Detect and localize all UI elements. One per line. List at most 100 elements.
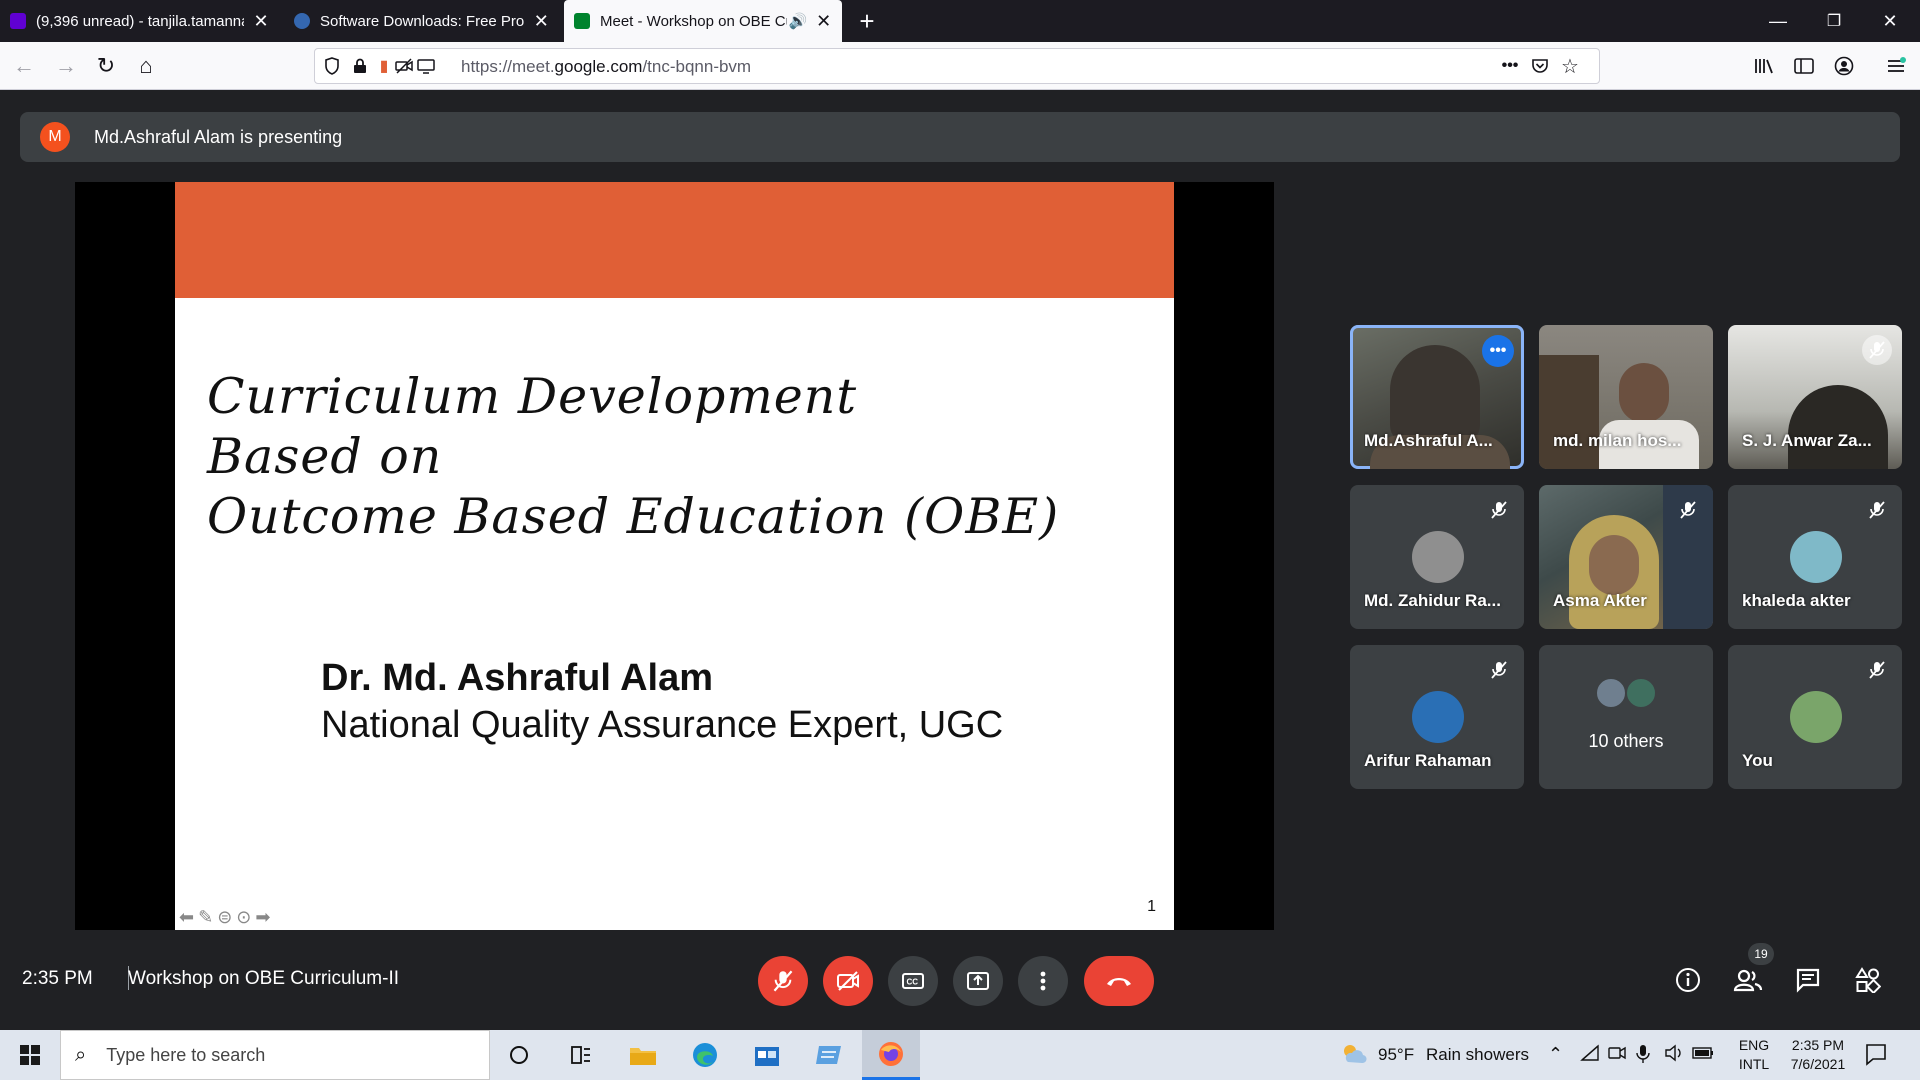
cortana-button[interactable]: [490, 1030, 548, 1080]
meet-tray-icon[interactable]: [1608, 1044, 1626, 1065]
browser-tab-bar: (9,396 unread) - tanjila.tamanna ✕ Softw…: [0, 0, 1920, 42]
account-icon[interactable]: [1828, 50, 1860, 82]
present-button[interactable]: [953, 956, 1003, 1006]
participant-video: [1539, 355, 1599, 469]
shield-icon[interactable]: [321, 55, 343, 77]
svg-text:CC: CC: [907, 978, 919, 987]
microphone-icon[interactable]: [1636, 1044, 1650, 1067]
url-text[interactable]: https://meet.google.com/tnc-bqnn-bvm: [461, 57, 751, 77]
language-indicator[interactable]: ENG INTL: [1732, 1036, 1776, 1074]
weather-description[interactable]: Rain showers: [1426, 1045, 1529, 1065]
firefox-icon: [879, 1041, 903, 1066]
forward-icon[interactable]: →: [50, 50, 82, 82]
taskbar-search-box[interactable]: ⌕ Type here to search: [60, 1030, 490, 1080]
presenting-text: Md.Ashraful Alam is presenting: [94, 126, 343, 147]
sidebar-icon[interactable]: [1788, 50, 1820, 82]
chat-button[interactable]: [1786, 958, 1830, 1002]
more-options-icon[interactable]: •••: [1482, 335, 1514, 367]
weather-temperature[interactable]: 95°F: [1378, 1045, 1414, 1065]
page-actions-icon[interactable]: •••: [1499, 55, 1521, 77]
close-icon[interactable]: ✕: [532, 11, 550, 32]
presentation-stage[interactable]: Curriculum Development Based on Outcome …: [75, 182, 1274, 930]
app-button[interactable]: [800, 1030, 858, 1080]
captions-button[interactable]: CC: [888, 956, 938, 1006]
arrow-left-icon[interactable]: ⬅: [179, 907, 194, 928]
others-tile[interactable]: 10 others: [1539, 645, 1713, 789]
participant-tile[interactable]: Arifur Rahaman: [1350, 645, 1524, 789]
tab-software-downloads[interactable]: Software Downloads: Free Programs ✕: [284, 0, 560, 42]
folder-icon: [630, 1048, 656, 1065]
tab-meet[interactable]: Meet - Workshop on OBE Curriculum-II 🔊 ✕: [564, 0, 842, 42]
meeting-name: Workshop on OBE Curriculum-II: [128, 968, 400, 989]
url-bar[interactable]: ▮ https://meet.google.com/tnc-bqnn-bvm •…: [314, 48, 1600, 84]
menu-icon[interactable]: [1880, 50, 1912, 82]
url-domain: google.com: [554, 57, 643, 76]
bookmark-star-icon[interactable]: ☆: [1559, 55, 1581, 78]
more-options-button[interactable]: [1018, 956, 1068, 1006]
windows-taskbar: ⌕ Type here to search 95°F Rain showers …: [0, 1030, 1920, 1080]
start-button[interactable]: [0, 1030, 60, 1080]
tab-title: Software Downloads: Free Programs: [320, 12, 525, 30]
participant-tile[interactable]: md. milan hos...: [1539, 325, 1713, 469]
slide-page-number: 1: [1147, 898, 1156, 915]
url-prefix: https://meet.: [461, 57, 555, 76]
notification-icon[interactable]: [1864, 1042, 1888, 1069]
minimize-button[interactable]: —: [1750, 0, 1806, 42]
reload-icon[interactable]: ↻: [90, 50, 122, 82]
camera-toggle-button[interactable]: [823, 956, 873, 1006]
chevron-up-icon[interactable]: ⌃: [1548, 1044, 1563, 1065]
tab-mail[interactable]: (9,396 unread) - tanjila.tamanna ✕: [0, 0, 280, 42]
participant-tile[interactable]: ••• Md.Ashraful A...: [1350, 325, 1524, 469]
firefox-button[interactable]: [862, 1030, 920, 1080]
people-icon: [1733, 969, 1763, 992]
mic-off-icon: [773, 970, 793, 992]
cortana-icon: [510, 1046, 528, 1064]
avatar: [1625, 677, 1657, 709]
meeting-details-button[interactable]: [1666, 958, 1710, 1002]
clock[interactable]: 2:35 PM 7/6/2021: [1778, 1036, 1858, 1074]
library-icon[interactable]: [1748, 50, 1780, 82]
permission-icon[interactable]: ▮: [373, 55, 395, 77]
slide-author: Dr. Md. Ashraful Alam: [321, 657, 714, 699]
mic-toggle-button[interactable]: [758, 956, 808, 1006]
task-view-button[interactable]: [552, 1030, 610, 1080]
pocket-icon[interactable]: [1529, 55, 1551, 77]
leave-call-button[interactable]: [1084, 956, 1154, 1006]
store-button[interactable]: [738, 1030, 796, 1080]
chat-icon: [1796, 968, 1820, 993]
notes-app-icon: [816, 1046, 841, 1064]
participant-video: [1589, 535, 1639, 595]
edge-button[interactable]: [676, 1030, 734, 1080]
network-icon[interactable]: [1580, 1044, 1600, 1067]
more-icon[interactable]: ⊙: [236, 907, 251, 928]
close-icon[interactable]: ✕: [252, 11, 270, 32]
file-explorer-button[interactable]: [614, 1030, 672, 1080]
home-icon[interactable]: ⌂: [130, 50, 162, 82]
self-tile[interactable]: You: [1728, 645, 1902, 789]
participant-tile[interactable]: Md. Zahidur Ra...: [1350, 485, 1524, 629]
task-view-icon: [571, 1046, 590, 1064]
new-tab-button[interactable]: +: [852, 6, 882, 37]
arrow-right-icon[interactable]: ➡: [255, 907, 270, 928]
activities-button[interactable]: [1846, 958, 1890, 1002]
slide-banner: [175, 182, 1174, 298]
volume-icon[interactable]: [1664, 1044, 1684, 1065]
weather-icon[interactable]: [1340, 1042, 1368, 1071]
back-icon[interactable]: ←: [8, 50, 40, 82]
participant-tile[interactable]: S. J. Anwar Za...: [1728, 325, 1902, 469]
clock-date: 7/6/2021: [1790, 1056, 1846, 1072]
window-close-button[interactable]: ✕: [1862, 0, 1918, 42]
screen-share-icon[interactable]: [415, 55, 437, 77]
slides-icon[interactable]: ⊜: [217, 907, 232, 928]
battery-icon[interactable]: [1692, 1046, 1714, 1063]
mic-off-icon: [1862, 335, 1892, 365]
close-icon[interactable]: ✕: [815, 11, 832, 32]
restore-button[interactable]: ❐: [1806, 0, 1862, 42]
participant-tile[interactable]: Asma Akter: [1539, 485, 1713, 629]
participant-tile[interactable]: khaleda akter: [1728, 485, 1902, 629]
pen-icon[interactable]: ✎: [198, 907, 213, 928]
tab-title: (9,396 unread) - tanjila.tamanna: [36, 12, 245, 30]
camera-blocked-icon[interactable]: [393, 55, 415, 77]
speaker-icon[interactable]: 🔊: [789, 12, 808, 30]
lock-icon[interactable]: [349, 55, 371, 77]
